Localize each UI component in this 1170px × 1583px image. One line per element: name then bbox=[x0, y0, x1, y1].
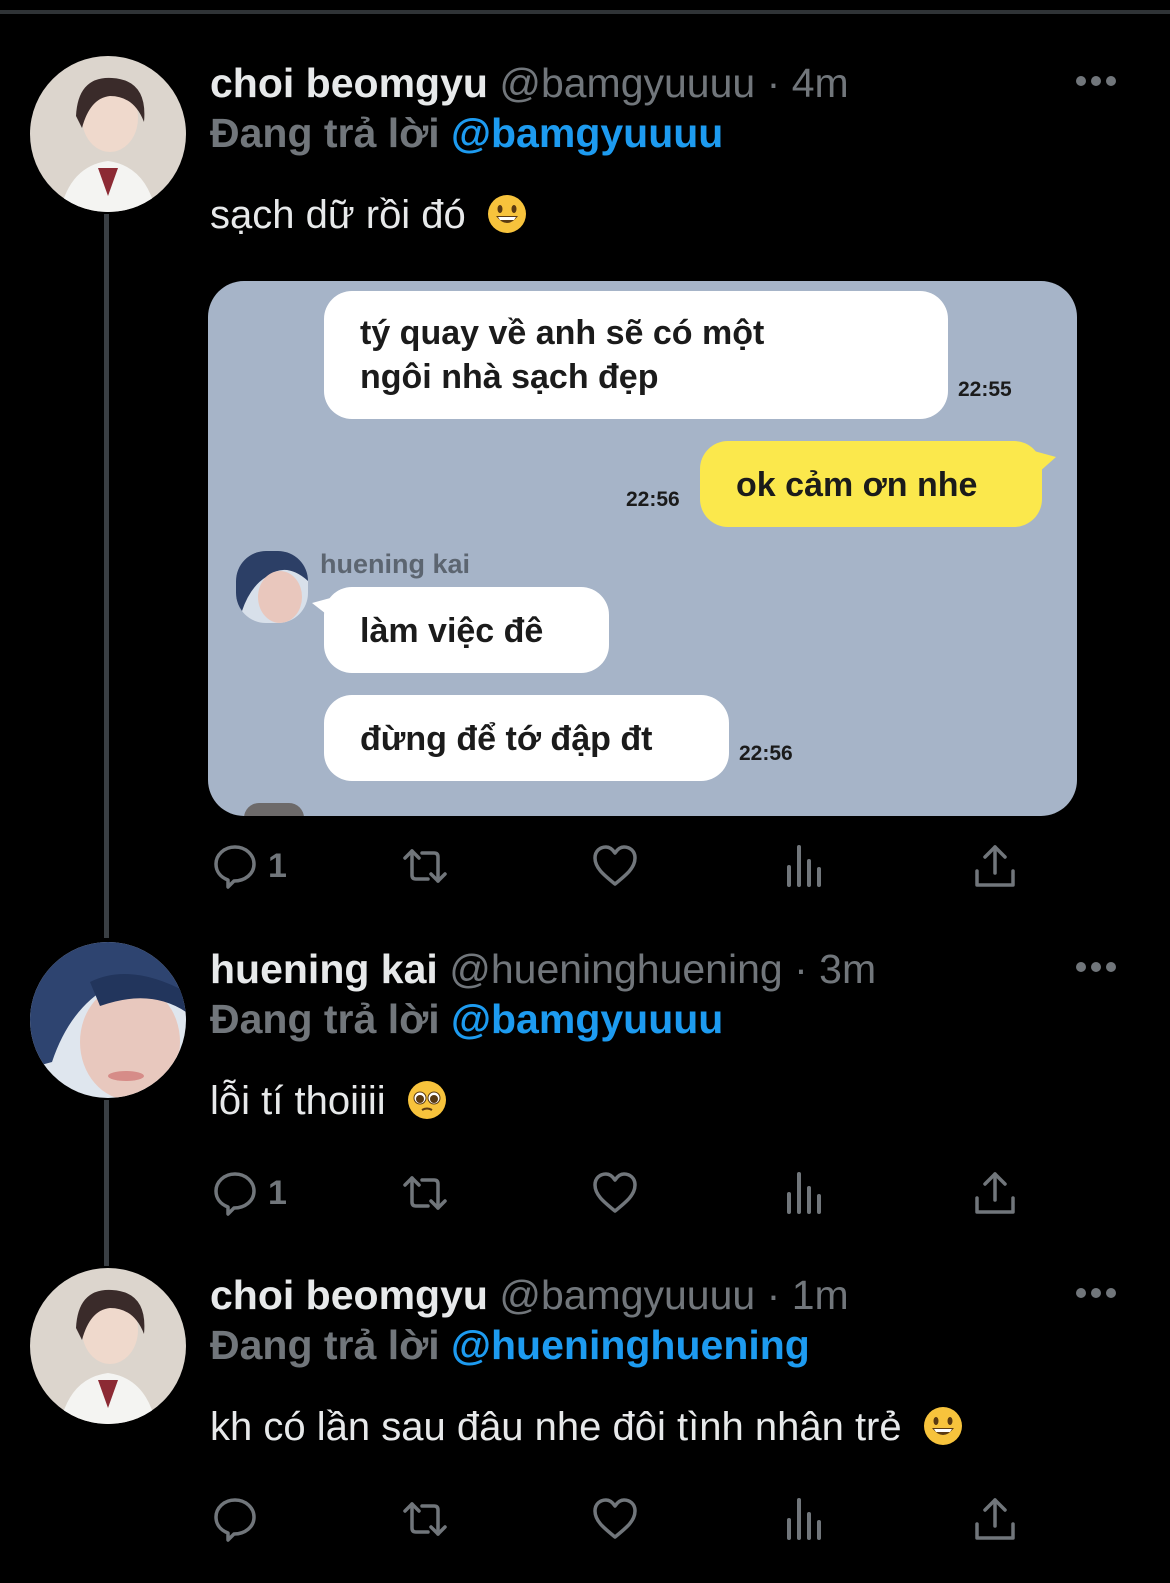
tweet-header: choi beomgyu @bamgyuuuu · 4m bbox=[210, 58, 849, 108]
chat-sender-name: huening kai bbox=[320, 549, 471, 579]
retweet-icon bbox=[403, 849, 447, 883]
analytics-button[interactable] bbox=[780, 1168, 830, 1218]
heart-icon bbox=[593, 1172, 637, 1213]
tweet[interactable]: choi beomgyu @bamgyuuuu · 4m Đang trả lờ… bbox=[0, 0, 1170, 900]
reply-button[interactable] bbox=[210, 1494, 268, 1544]
tweet-actions: 1 bbox=[210, 841, 1030, 891]
like-button[interactable] bbox=[590, 1494, 640, 1544]
reply-icon bbox=[214, 845, 256, 889]
avatar[interactable] bbox=[30, 56, 186, 212]
pleading-face-icon bbox=[407, 1081, 446, 1119]
tweet-header: huening kai @hueninghuening · 3m bbox=[210, 944, 876, 994]
reply-count: 1 bbox=[268, 1173, 287, 1212]
chat-message-line: ngôi nhà sạch đẹp bbox=[360, 358, 659, 396]
share-icon bbox=[975, 1172, 1015, 1214]
display-name[interactable]: choi beomgyu bbox=[210, 1272, 488, 1318]
reply-context: Đang trả lời @bamgyuuuu bbox=[210, 994, 723, 1044]
share-button[interactable] bbox=[970, 1494, 1020, 1544]
grinning-face-icon bbox=[923, 1407, 962, 1445]
display-name[interactable]: huening kai bbox=[210, 946, 438, 992]
chat-message: làm việc đê bbox=[360, 612, 544, 650]
heart-icon bbox=[593, 1498, 637, 1539]
avatar-image bbox=[30, 942, 186, 1098]
tweet[interactable]: choi beomgyu @bamgyuuuu · 1m Đang trả lờ… bbox=[0, 1250, 1170, 1583]
avatar[interactable] bbox=[30, 942, 186, 1098]
separator: · bbox=[766, 1272, 781, 1318]
chat-avatar bbox=[236, 551, 308, 623]
analytics-icon bbox=[787, 1498, 821, 1540]
chat-bubble: đừng để tớ đập đt bbox=[324, 695, 729, 781]
reply-icon bbox=[214, 1172, 256, 1216]
chat-time: 22:55 bbox=[958, 378, 1012, 401]
tweet-text-content: kh có lần sau đâu nhe đôi tình nhân trẻ bbox=[210, 1405, 902, 1449]
chat-bubble: làm việc đê bbox=[324, 587, 609, 673]
analytics-icon bbox=[787, 1172, 821, 1214]
tweet-image[interactable]: tý quay về anh sẽ có một ngôi nhà sạch đ… bbox=[208, 281, 1077, 816]
share-icon bbox=[975, 845, 1015, 887]
reply-context: Đang trả lời @bamgyuuuu bbox=[210, 108, 723, 158]
bubble-tail bbox=[1034, 451, 1056, 473]
retweet-icon bbox=[403, 1176, 447, 1210]
analytics-button[interactable] bbox=[780, 841, 830, 891]
reply-mention[interactable]: @bamgyuuuu bbox=[451, 110, 723, 156]
chat-message: ok cảm ơn nhe bbox=[736, 466, 978, 504]
separator: · bbox=[794, 946, 808, 992]
chat-message: đừng để tớ đập đt bbox=[360, 720, 653, 758]
share-button[interactable] bbox=[970, 1168, 1020, 1218]
tweet-actions: 1 bbox=[210, 1168, 1030, 1218]
avatar-image bbox=[30, 1268, 186, 1424]
tweet-text: kh có lần sau đâu nhe đôi tình nhân trẻ bbox=[210, 1402, 963, 1452]
tweet-text: sạch dữ rồi đó bbox=[210, 190, 527, 240]
reply-label: Đang trả lời bbox=[210, 110, 440, 156]
like-button[interactable] bbox=[590, 1168, 640, 1218]
reply-button[interactable]: 1 bbox=[210, 841, 287, 891]
tweet-actions bbox=[210, 1494, 1030, 1544]
user-handle[interactable]: @hueninghuening bbox=[449, 946, 782, 992]
chat-message-line: tý quay về anh sẽ có một bbox=[360, 314, 765, 352]
retweet-button[interactable] bbox=[400, 1494, 450, 1544]
share-icon bbox=[975, 1498, 1015, 1540]
user-handle[interactable]: @bamgyuuuu bbox=[499, 1272, 755, 1318]
tweet-text-content: sạch dữ rồi đó bbox=[210, 193, 466, 237]
share-button[interactable] bbox=[970, 841, 1020, 891]
reply-button[interactable]: 1 bbox=[210, 1168, 287, 1218]
reply-label: Đang trả lời bbox=[210, 996, 440, 1042]
retweet-button[interactable] bbox=[400, 1168, 450, 1218]
chat-bubble: tý quay về anh sẽ có một ngôi nhà sạch đ… bbox=[324, 291, 948, 419]
chat-avatar-partial bbox=[244, 803, 304, 816]
retweet-button[interactable] bbox=[400, 841, 450, 891]
chat-time: 22:56 bbox=[739, 742, 793, 765]
avatar-image bbox=[30, 56, 186, 212]
tweet-text: lỗi tí thoiiii bbox=[210, 1076, 447, 1126]
retweet-icon bbox=[403, 1502, 447, 1536]
chat-time: 22:56 bbox=[626, 488, 680, 511]
timestamp[interactable]: 3m bbox=[819, 946, 876, 992]
reply-label: Đang trả lời bbox=[210, 1322, 440, 1368]
timestamp[interactable]: 1m bbox=[792, 1272, 849, 1318]
avatar[interactable] bbox=[30, 1268, 186, 1424]
more-options-icon[interactable] bbox=[1076, 1288, 1116, 1300]
separator: · bbox=[766, 60, 781, 106]
reply-context: Đang trả lời @hueninghuening bbox=[210, 1320, 810, 1370]
heart-icon bbox=[593, 845, 637, 886]
reply-count: 1 bbox=[268, 846, 287, 885]
analytics-icon bbox=[787, 845, 821, 887]
reply-icon bbox=[214, 1498, 256, 1542]
more-options-icon[interactable] bbox=[1076, 76, 1116, 88]
chat-bubble: ok cảm ơn nhe bbox=[700, 441, 1042, 527]
grinning-face-icon bbox=[487, 195, 526, 233]
timestamp[interactable]: 4m bbox=[792, 60, 849, 106]
display-name[interactable]: choi beomgyu bbox=[210, 60, 488, 106]
more-options-icon[interactable] bbox=[1076, 962, 1116, 974]
tweet-header: choi beomgyu @bamgyuuuu · 1m bbox=[210, 1270, 849, 1320]
user-handle[interactable]: @bamgyuuuu bbox=[499, 60, 755, 106]
tweet-text-content: lỗi tí thoiiii bbox=[210, 1079, 386, 1123]
reply-mention[interactable]: @hueninghuening bbox=[451, 1322, 810, 1368]
tweet[interactable]: huening kai @hueninghuening · 3m Đang tr… bbox=[0, 920, 1170, 1240]
analytics-button[interactable] bbox=[780, 1494, 830, 1544]
like-button[interactable] bbox=[590, 841, 640, 891]
reply-mention[interactable]: @bamgyuuuu bbox=[451, 996, 723, 1042]
